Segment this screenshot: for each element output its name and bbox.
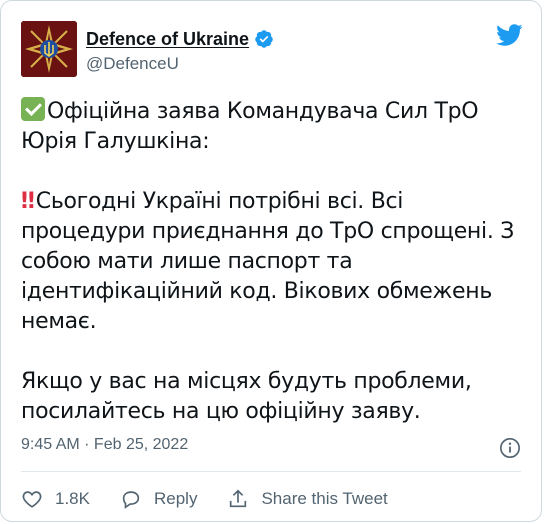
- tweet-timestamp[interactable]: 9:45 AM · Feb 25, 2022: [21, 436, 188, 454]
- double-exclamation-emoji-icon: ‼: [21, 189, 35, 214]
- tweet-line: немає.: [21, 309, 97, 334]
- avatar[interactable]: [21, 21, 77, 77]
- tweet-paragraph-2: ‼ Сьогодні Україні потрібні всі. Всі проц…: [21, 187, 525, 337]
- share-button[interactable]: Share this Tweet: [227, 488, 388, 510]
- tweet-text: Офіційна заява Командувача Сил ТрО Юрія …: [21, 97, 525, 427]
- tweet-line: Якщо у вас на місцях будуть проблеми,: [21, 369, 472, 394]
- author-names: Defence of Ukraine @DefenceU: [86, 27, 274, 74]
- tweet-line: Офіційна заява Командувача Сил ТрО: [47, 99, 479, 124]
- reply-icon: [122, 491, 140, 509]
- tweet-line: Сьогодні Україні потрібні всі. Всі: [35, 189, 404, 214]
- tweet-paragraph-3: Якщо у вас на місцях будуть проблеми, по…: [21, 367, 525, 427]
- like-button[interactable]: 1.8K: [21, 488, 90, 510]
- display-name-row: Defence of Ukraine: [86, 27, 274, 51]
- tweet-header: Defence of Ukraine @DefenceU: [21, 21, 523, 81]
- author-handle[interactable]: @DefenceU: [86, 54, 274, 74]
- check-mark-emoji-icon: [21, 97, 45, 121]
- share-icon: [230, 489, 247, 508]
- info-icon[interactable]: [499, 437, 521, 459]
- verified-badge-icon: [254, 29, 274, 49]
- share-label: Share this Tweet: [261, 489, 388, 508]
- reply-label: Reply: [153, 489, 198, 508]
- divider: [21, 471, 521, 472]
- display-name[interactable]: Defence of Ukraine: [86, 29, 249, 50]
- heart-icon: [22, 491, 42, 508]
- ministry-of-defence-emblem-icon: [21, 21, 77, 77]
- tweet-line: собою мати лише паспорт та: [21, 249, 353, 274]
- tweet-card: Defence of Ukraine @DefenceU Офіційна за…: [0, 0, 542, 522]
- tweet-line: посилайтесь на цю офіційну заяву.: [21, 399, 421, 424]
- tweet-line: ідентифікаційний код. Вікових обмежень: [21, 279, 493, 304]
- like-count: 1.8K: [55, 489, 90, 508]
- tweet-line: Юрія Галушкіна:: [21, 129, 210, 154]
- twitter-bird-icon[interactable]: [495, 21, 523, 49]
- tweet-line: процедури приєднання до ТрО спрощені. З: [21, 219, 515, 244]
- tweet-actions: 1.8K Reply Share this Tweet: [21, 488, 418, 510]
- reply-button[interactable]: Reply: [120, 488, 197, 510]
- tweet-paragraph-1: Офіційна заява Командувача Сил ТрО Юрія …: [21, 97, 525, 157]
